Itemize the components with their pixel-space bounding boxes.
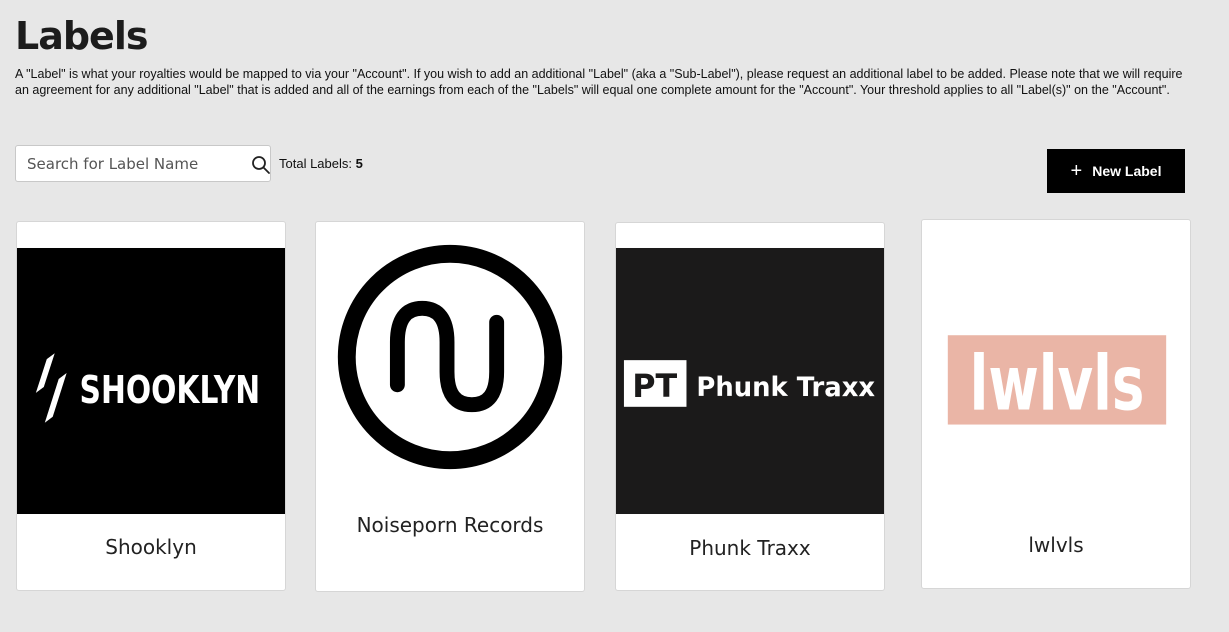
lwlvls-logo-text: lwlvls (970, 340, 1145, 428)
search-input[interactable] (27, 154, 227, 174)
label-card-shooklyn[interactable]: SHOOKLYN Shooklyn (16, 221, 286, 591)
page-title: Labels (15, 14, 148, 58)
total-labels: Total Labels: 5 (279, 156, 363, 171)
label-name[interactable]: Shooklyn (17, 535, 285, 559)
shooklyn-logo: SHOOKLYN (17, 247, 285, 515)
new-label-button-label: New Label (1092, 163, 1162, 179)
label-name[interactable]: Noiseporn Records (316, 513, 584, 537)
new-label-button[interactable]: + New Label (1047, 149, 1185, 193)
label-card-noiseporn-records[interactable]: Noiseporn Records (315, 221, 585, 592)
shooklyn-logo-text: SHOOKLYN (80, 368, 261, 413)
lwlvls-logo: lwlvls (922, 221, 1190, 509)
label-card-lwlvls[interactable]: lwlvls lwlvls (921, 219, 1191, 589)
page-description: A "Label" is what your royalties would b… (15, 67, 1183, 97)
phunk-traxx-badge: PT (632, 369, 677, 405)
plus-icon: + (1070, 160, 1083, 182)
label-name[interactable]: Phunk Traxx (616, 536, 884, 560)
label-name[interactable]: lwlvls (922, 533, 1190, 557)
phunk-traxx-logo: PT Phunk Traxx (616, 247, 884, 515)
search-icon[interactable] (251, 155, 271, 175)
total-labels-label: Total Labels: (279, 156, 356, 171)
label-card-phunk-traxx[interactable]: PT Phunk Traxx Phunk Traxx (615, 222, 885, 591)
phunk-traxx-logo-text: Phunk Traxx (696, 372, 875, 403)
noiseporn-logo (316, 223, 584, 491)
total-labels-count: 5 (355, 156, 363, 171)
search-box[interactable] (15, 145, 271, 182)
